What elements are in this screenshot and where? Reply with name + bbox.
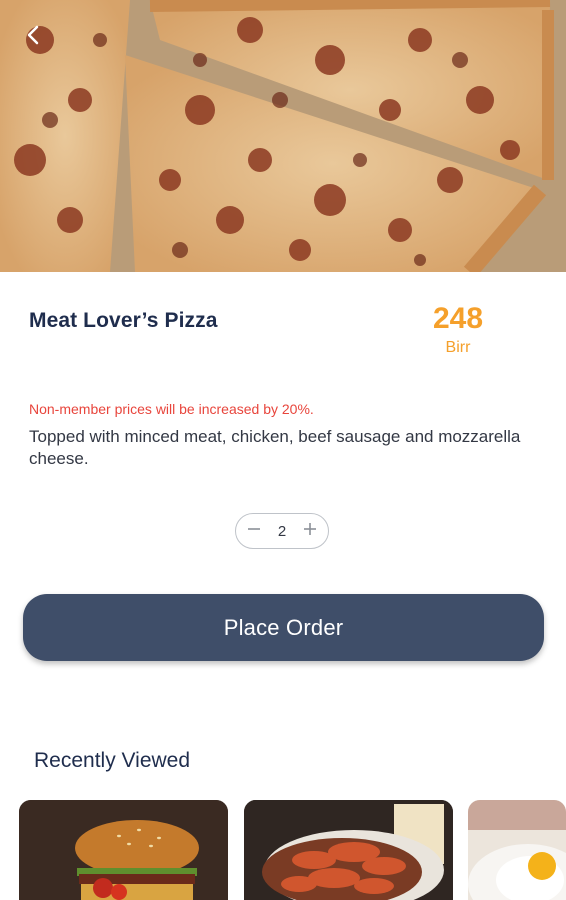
back-button[interactable]	[16, 18, 50, 52]
place-order-button[interactable]: Place Order	[23, 594, 544, 661]
product-detail-screen: Meat Lover’s Pizza 248 Birr Non-member p…	[0, 0, 566, 900]
recent-item-pasta[interactable]	[244, 800, 453, 900]
pizza-illustration	[0, 0, 566, 272]
minus-icon	[247, 522, 261, 541]
fried-egg-image	[468, 800, 566, 900]
recent-item-fried-egg[interactable]	[468, 800, 566, 900]
quantity-stepper: 2	[235, 513, 329, 549]
plus-icon	[303, 522, 317, 541]
product-title: Meat Lover’s Pizza	[29, 309, 218, 332]
quantity-value: 2	[277, 522, 287, 540]
burger-image	[19, 800, 228, 900]
price-value: 248	[432, 302, 484, 335]
price-block: 248 Birr	[418, 300, 498, 358]
price-currency: Birr	[445, 339, 471, 356]
decrease-quantity-button[interactable]	[244, 521, 264, 541]
increase-quantity-button[interactable]	[300, 521, 320, 541]
pasta-image	[244, 800, 453, 900]
product-image	[0, 0, 566, 272]
product-description: Topped with minced meat, chicken, beef s…	[29, 427, 521, 468]
recent-item-burger[interactable]	[19, 800, 228, 900]
member-price-notice: Non-member prices will be increased by 2…	[29, 401, 314, 417]
recently-viewed-title: Recently Viewed	[34, 749, 191, 772]
chevron-left-icon	[24, 24, 42, 46]
